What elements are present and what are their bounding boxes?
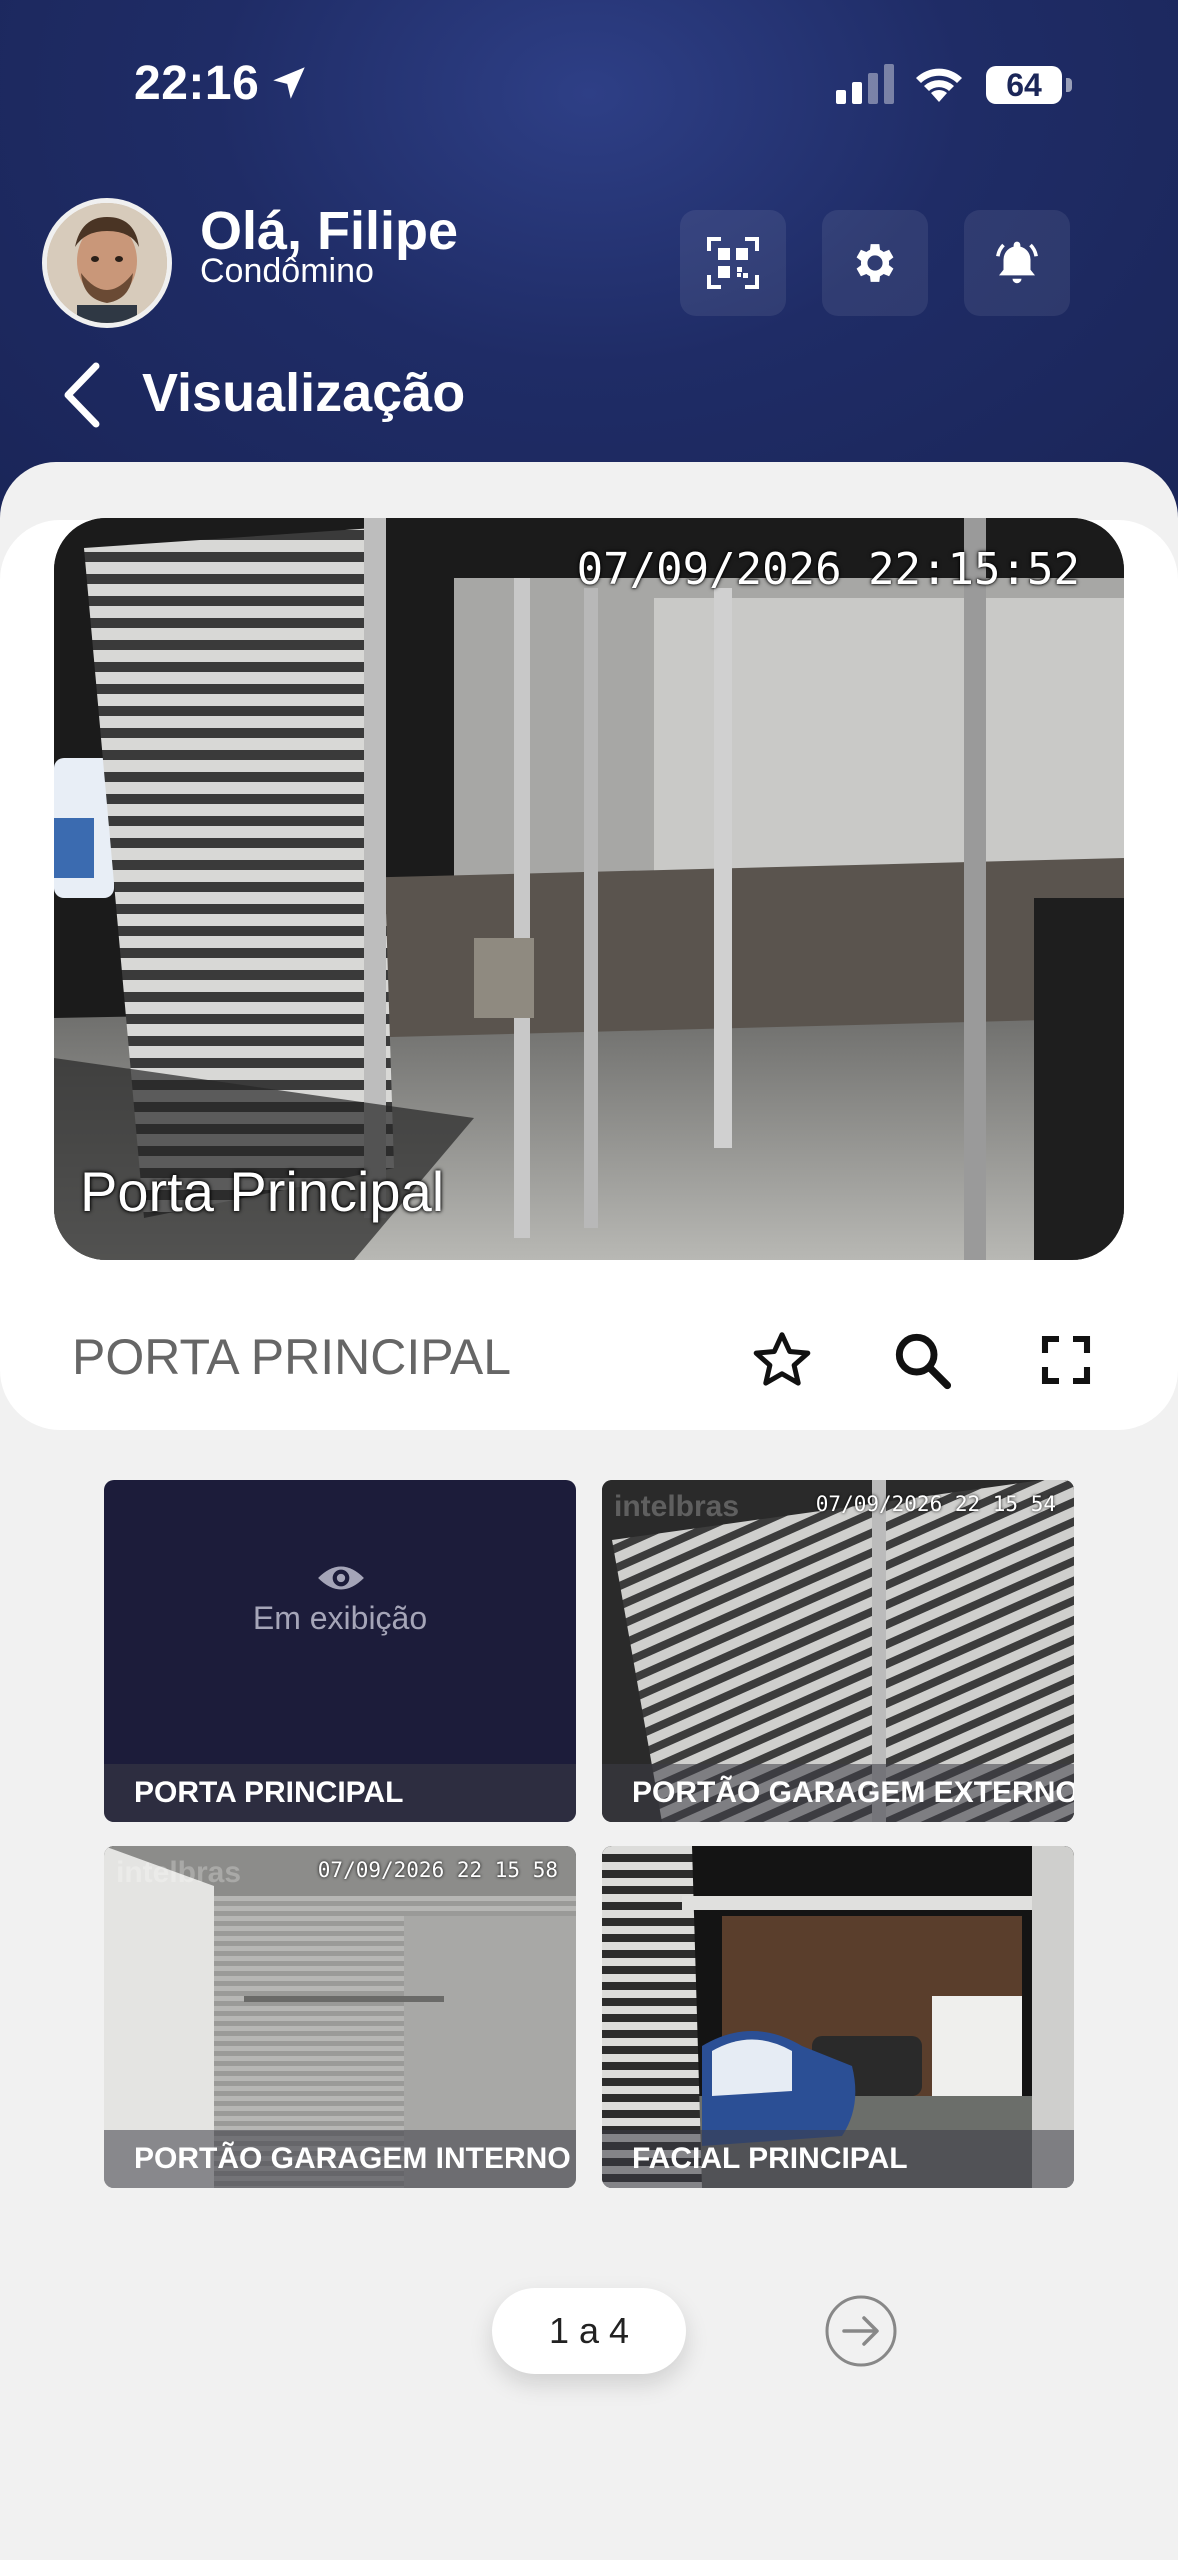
- eye-icon: [318, 1566, 364, 1590]
- cellular-signal-icon: [836, 64, 894, 104]
- camera-thumb-portao-garagem-externo[interactable]: intelbras 07/09/2026 22 15 54 PORTÃO GAR…: [602, 1480, 1074, 1822]
- status-bar: 22:16 64: [0, 0, 1178, 170]
- next-page-arrow-icon[interactable]: [824, 2294, 898, 2368]
- thumb-timestamp: 07/09/2026 22 15 54: [815, 1492, 1056, 1516]
- thumb-label: FACIAL PRINCIPAL: [632, 2142, 908, 2175]
- favorite-button[interactable]: [744, 1322, 820, 1398]
- user-role: Condômino: [200, 252, 374, 290]
- camera-thumb-portao-garagem-interno[interactable]: intelbras 07/09/2026 22 15 58 PORTÃO GAR…: [104, 1846, 576, 2188]
- live-video-player[interactable]: 07/09/2026 22:15:52 Porta Principal: [54, 518, 1124, 1260]
- camera-thumb-facial-principal[interactable]: FACIAL PRINCIPAL: [602, 1846, 1074, 2188]
- qr-code-icon: [707, 237, 759, 289]
- avatar-photo: [47, 203, 167, 323]
- video-timestamp: 07/09/2026 22:15:52: [576, 544, 1080, 595]
- bell-icon: [996, 241, 1038, 284]
- status-time: 22:16: [134, 57, 260, 110]
- fullscreen-button[interactable]: [1028, 1322, 1104, 1398]
- star-icon: [753, 1332, 811, 1386]
- settings-button[interactable]: [822, 210, 928, 316]
- app-header: 22:16 64 Olá, Filipe Condômino Visualiza…: [0, 0, 1178, 520]
- thumb-label: PORTÃO GARAGEM EXTERNO: [632, 1776, 1074, 1809]
- back-chevron-icon[interactable]: [56, 358, 112, 432]
- wifi-icon: [916, 68, 962, 102]
- gear-icon: [856, 244, 894, 282]
- now-playing-text: Em exibição: [252, 1600, 428, 1636]
- camera-feed-image: [54, 518, 1124, 1260]
- fullscreen-icon: [1041, 1335, 1091, 1385]
- page-title: Visualização: [142, 363, 466, 423]
- watermark-brand: intelbras: [116, 1856, 242, 1889]
- selected-camera-name: PORTA PRINCIPAL: [72, 1329, 512, 1385]
- camera-thumb-porta-principal[interactable]: Em exibição PORTA PRINCIPAL: [104, 1480, 576, 1822]
- thumb-label: PORTA PRINCIPAL: [134, 1776, 404, 1809]
- zoom-search-button[interactable]: [884, 1322, 960, 1398]
- watermark-brand: intelbras: [614, 1490, 740, 1523]
- thumb-label: PORTÃO GARAGEM INTERNO: [134, 2142, 571, 2175]
- avatar[interactable]: [42, 198, 172, 328]
- page-indicator: 1 a 4: [492, 2288, 686, 2374]
- location-arrow-icon: [273, 67, 305, 99]
- search-icon: [895, 1333, 952, 1390]
- thumb-timestamp: 07/09/2026 22 15 58: [317, 1858, 558, 1882]
- video-overlay-caption: Porta Principal: [80, 1160, 445, 1223]
- battery-indicator: 64: [986, 66, 1072, 104]
- qr-code-button[interactable]: [680, 210, 786, 316]
- notifications-button[interactable]: [964, 210, 1070, 316]
